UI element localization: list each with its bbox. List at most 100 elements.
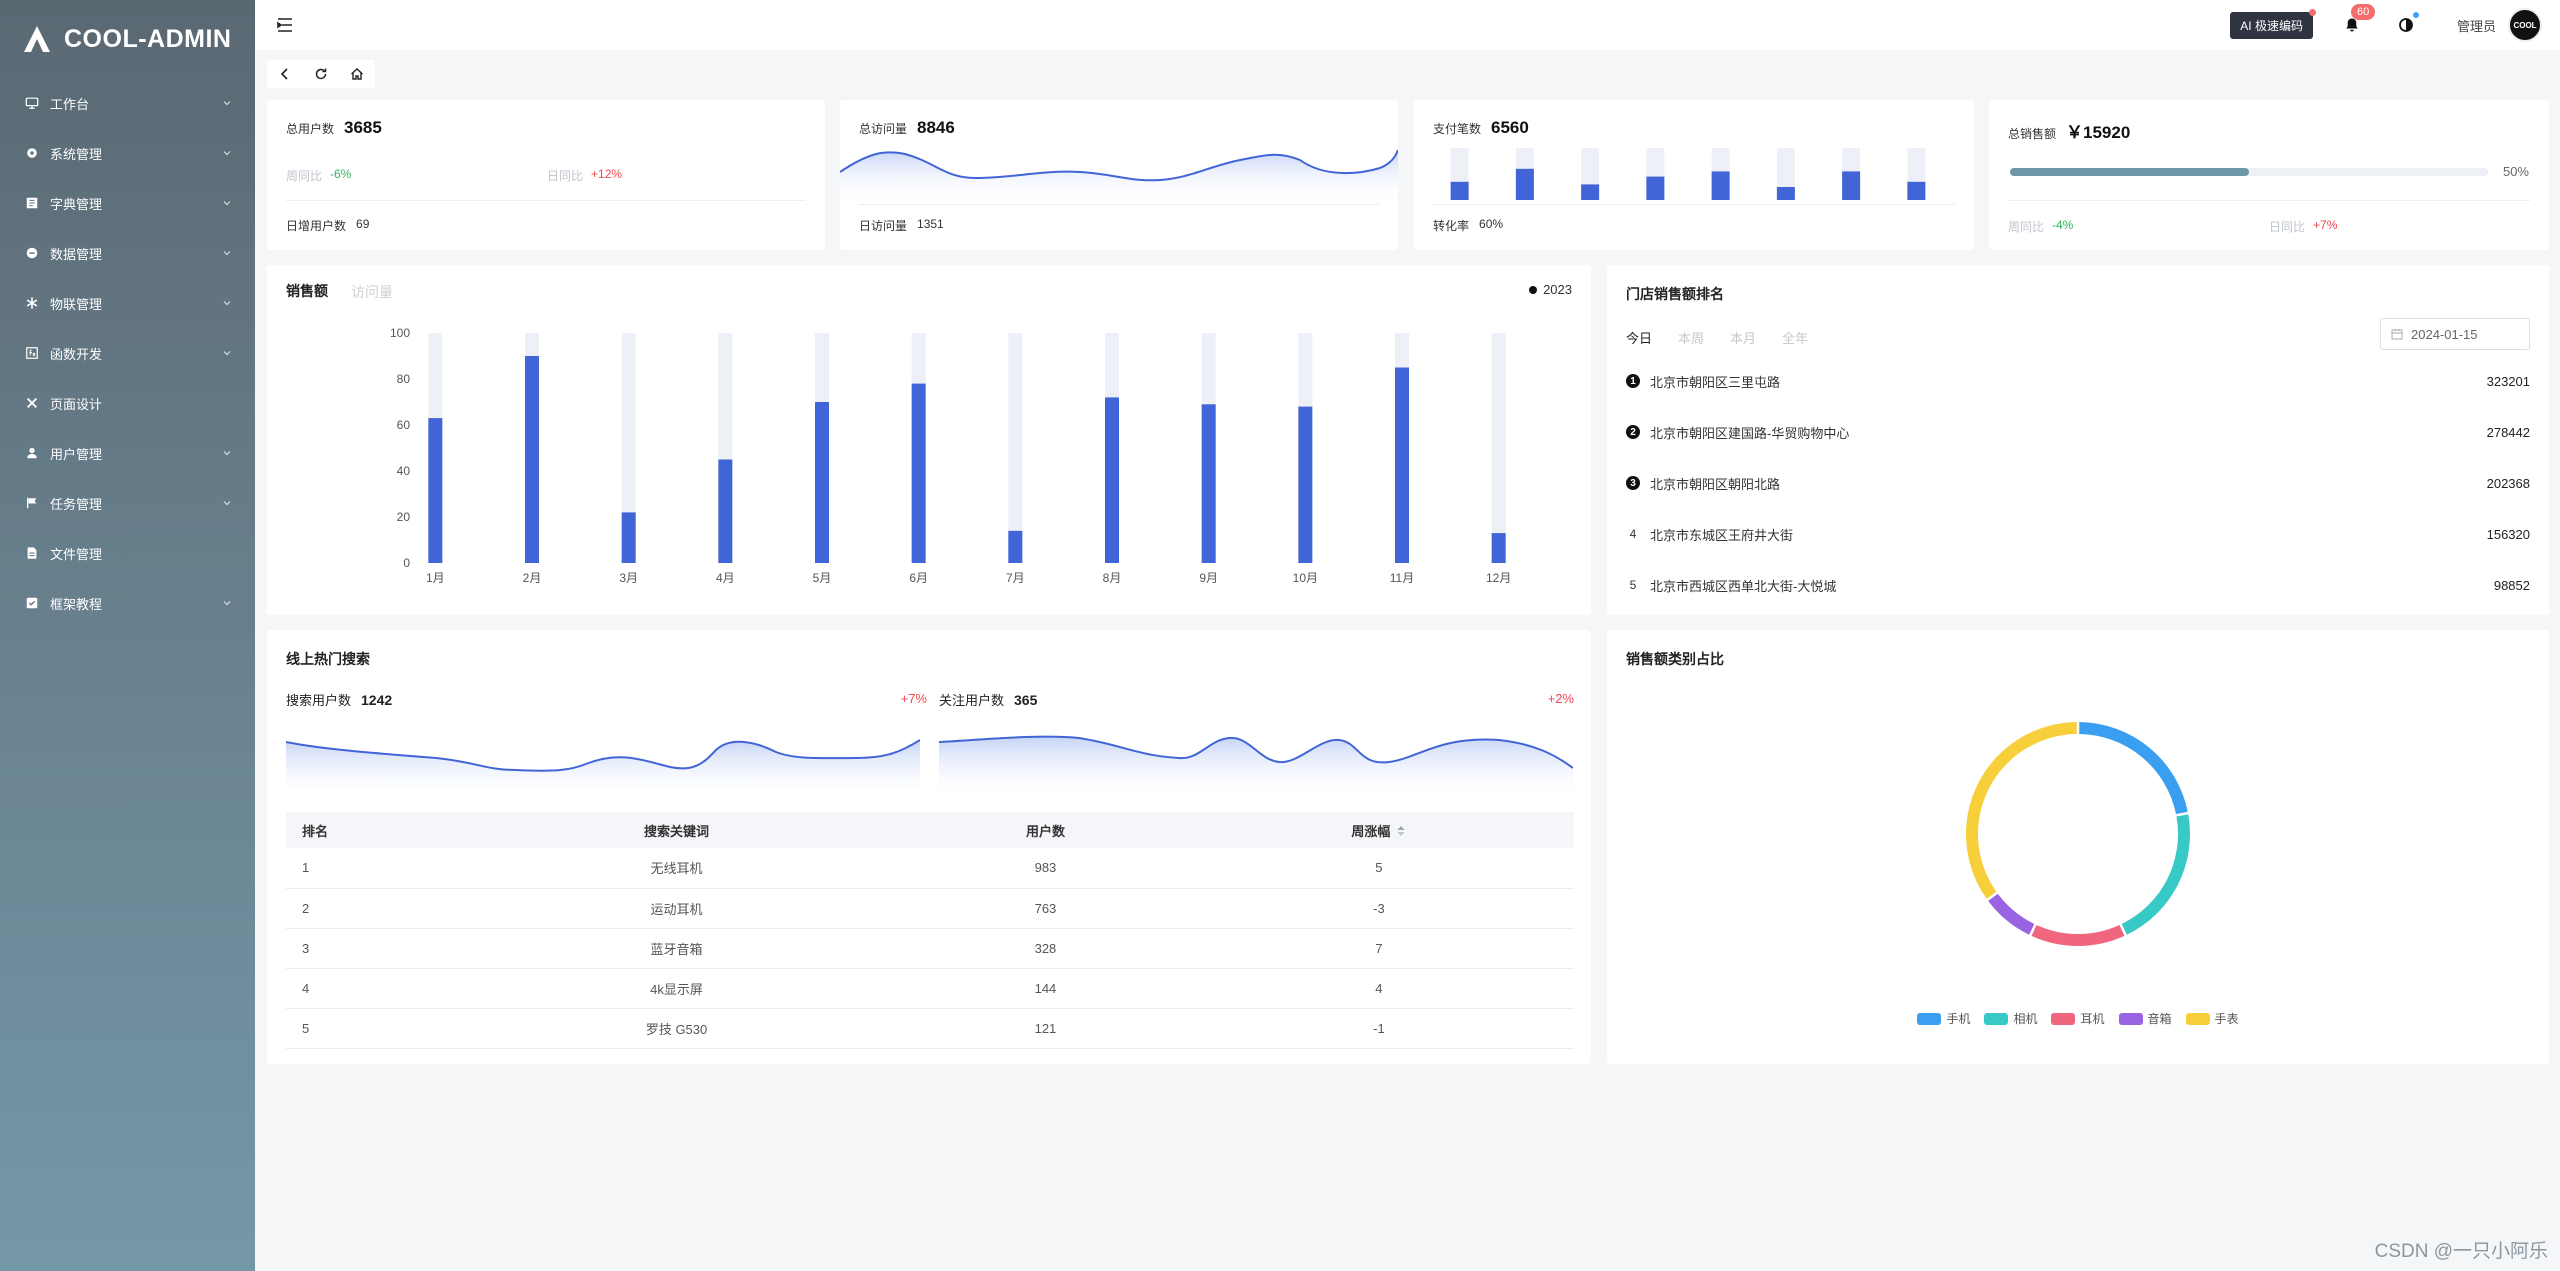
bar[interactable] — [1395, 367, 1409, 564]
bar[interactable] — [1105, 397, 1119, 563]
table-cell: 983 — [907, 848, 1184, 889]
home-icon[interactable] — [339, 60, 375, 88]
table-cell: 7 — [1183, 928, 1574, 969]
monitor-icon — [24, 95, 40, 111]
sidebar-item-4[interactable]: 物联管理 — [0, 278, 255, 328]
bar[interactable] — [1298, 406, 1313, 563]
legend-item[interactable]: 手表 — [2185, 1010, 2239, 1027]
table-row[interactable]: 3 蓝牙音箱 328 7 — [286, 928, 1574, 969]
bar[interactable] — [428, 418, 443, 563]
kpi-users-day: 日同比 +12% — [547, 167, 622, 184]
kpi-payments-foot-label: 转化率 — [1433, 219, 1470, 233]
store-address: 北京市朝阳区建国路-华贸购物中心 — [1650, 425, 1850, 441]
theme-dot — [2412, 12, 2419, 18]
refresh-icon[interactable] — [303, 60, 339, 88]
legend-item[interactable]: 手机 — [1917, 1010, 1970, 1027]
store-ranking-card: 门店销售额排名 今日 本周 本月 全年 2024-01-15 1 北京市朝阳区三里屯路 3… — [1607, 265, 2549, 615]
rank-number: 1 — [1626, 374, 1640, 388]
follow-users-stat: 关注用户数 365 — [939, 690, 1037, 709]
sort-icon[interactable] — [1390, 824, 1406, 839]
back-icon[interactable] — [267, 60, 303, 88]
table-row[interactable]: 4 4k显示屏 144 4 — [286, 968, 1574, 1009]
ranking-tab-3[interactable]: 全年 — [1782, 328, 1808, 347]
bar[interactable] — [815, 402, 829, 563]
donut-slice[interactable] — [2079, 722, 2188, 815]
payment-bar — [1581, 184, 1600, 200]
store-address: 北京市朝阳区三里屯路 — [1650, 374, 1781, 390]
kpi-visits-foot-value: 1351 — [917, 217, 944, 231]
sidebar-item-7[interactable]: 用户管理 — [0, 428, 255, 478]
x-tick-label: 6月 — [909, 571, 928, 585]
payment-bar — [1907, 181, 1926, 200]
legend-item[interactable]: 耳机 — [2051, 1010, 2105, 1027]
payment-bar — [1842, 171, 1861, 200]
app-logo[interactable]: COOL-ADMIN — [0, 0, 255, 78]
chevron-down-icon — [221, 597, 233, 609]
legend-item[interactable]: 音箱 — [2118, 1010, 2172, 1027]
bar[interactable] — [1201, 404, 1216, 563]
date-picker[interactable]: 2024-01-15 — [2380, 318, 2530, 350]
chevron-down-icon — [221, 197, 233, 209]
table-cell: 运动耳机 — [446, 888, 908, 929]
legend-swatch — [2118, 1012, 2143, 1025]
ai-coding-button[interactable]: AI 极速编码 — [2230, 8, 2316, 39]
kpi-payments-foot-value: 60% — [1479, 217, 1504, 231]
table-cell: -1 — [1183, 1008, 1574, 1049]
donut-slice[interactable] — [2031, 924, 2125, 946]
sidebar-item-5[interactable]: 函数开发 — [0, 328, 255, 378]
rank-number: 3 — [1626, 476, 1640, 490]
sidebar-item-8[interactable]: 任务管理 — [0, 478, 255, 528]
legend-item[interactable]: 相机 — [1984, 1010, 2037, 1027]
legend-item-label: 手机 — [1946, 1012, 1971, 1026]
bar[interactable] — [621, 512, 636, 563]
store-address: 北京市朝阳区朝阳北路 — [1650, 476, 1781, 492]
sidebar-item-9[interactable]: 文件管理 — [0, 528, 255, 578]
page-nav-toolbar — [267, 60, 375, 88]
rank-number: 2 — [1626, 425, 1640, 439]
legend-item-label: 耳机 — [2080, 1012, 2105, 1026]
ranking-tab-0[interactable]: 今日 — [1626, 328, 1652, 347]
kpi-sales-week-label: 周同比 — [2008, 220, 2045, 234]
column-header[interactable]: 周涨幅 — [1183, 812, 1574, 848]
bar[interactable] — [1008, 530, 1023, 563]
table-row[interactable]: 5 罗技 G530 121 -1 — [286, 1008, 1574, 1049]
ranking-tab-2[interactable]: 本月 — [1730, 328, 1756, 347]
avatar[interactable]: COOL — [2508, 8, 2542, 42]
kpi-sales-day-value: +7% — [2313, 218, 2338, 232]
theme-icon[interactable] — [2395, 12, 2419, 36]
sidebar-item-0[interactable]: 工作台 — [0, 78, 255, 128]
file-icon — [24, 545, 40, 561]
x-tick-label: 1月 — [426, 571, 445, 585]
search-users-value: 1242 — [361, 692, 393, 708]
ranking-title: 门店销售额排名 — [1626, 286, 1724, 302]
donut-legend: 手机 相机 耳机 音箱 手表 — [1607, 1010, 2549, 1027]
sidebar-item-2[interactable]: 字典管理 — [0, 178, 255, 228]
table-cell: 5 — [1183, 848, 1574, 889]
sidebar-item-1[interactable]: 系统管理 — [0, 128, 255, 178]
sidebar: COOL-ADMIN 工作台 系统管理 字典管理 数据管理 物联管理 函数开发 页面设计 用户… — [0, 0, 255, 1271]
ranking-tab-1[interactable]: 本周 — [1678, 328, 1704, 347]
sidebar-item-10[interactable]: 框架教程 — [0, 578, 255, 628]
kpi-visits-header: 总访问量 8846 — [859, 118, 955, 138]
search-users-stat: 搜索用户数 1242 — [286, 690, 392, 709]
bar[interactable] — [525, 356, 539, 563]
donut-slice[interactable] — [1988, 893, 2035, 935]
bar[interactable] — [911, 383, 926, 563]
table-row[interactable]: 1 无线耳机 983 5 — [286, 848, 1574, 889]
column-header: 搜索关键词 — [446, 812, 908, 848]
username[interactable]: 管理员 — [2457, 16, 2496, 35]
collapse-menu-icon[interactable] — [275, 15, 295, 35]
bell-icon[interactable]: 60 — [2341, 4, 2376, 36]
sales-progress-track — [2010, 168, 2488, 176]
donut-slice[interactable] — [2121, 814, 2190, 935]
bar[interactable] — [718, 459, 733, 564]
table-row[interactable]: 2 运动耳机 763 -3 — [286, 888, 1574, 929]
table-cell: 5 — [286, 1008, 446, 1049]
donut-slice[interactable] — [1966, 722, 2077, 899]
search-users-pct: +7% — [900, 691, 927, 706]
category-donut-chart — [1966, 722, 2190, 946]
chevron-down-icon — [221, 447, 233, 459]
sidebar-item-3[interactable]: 数据管理 — [0, 228, 255, 278]
sidebar-item-6[interactable]: 页面设计 — [0, 378, 255, 428]
bar[interactable] — [1491, 533, 1506, 563]
